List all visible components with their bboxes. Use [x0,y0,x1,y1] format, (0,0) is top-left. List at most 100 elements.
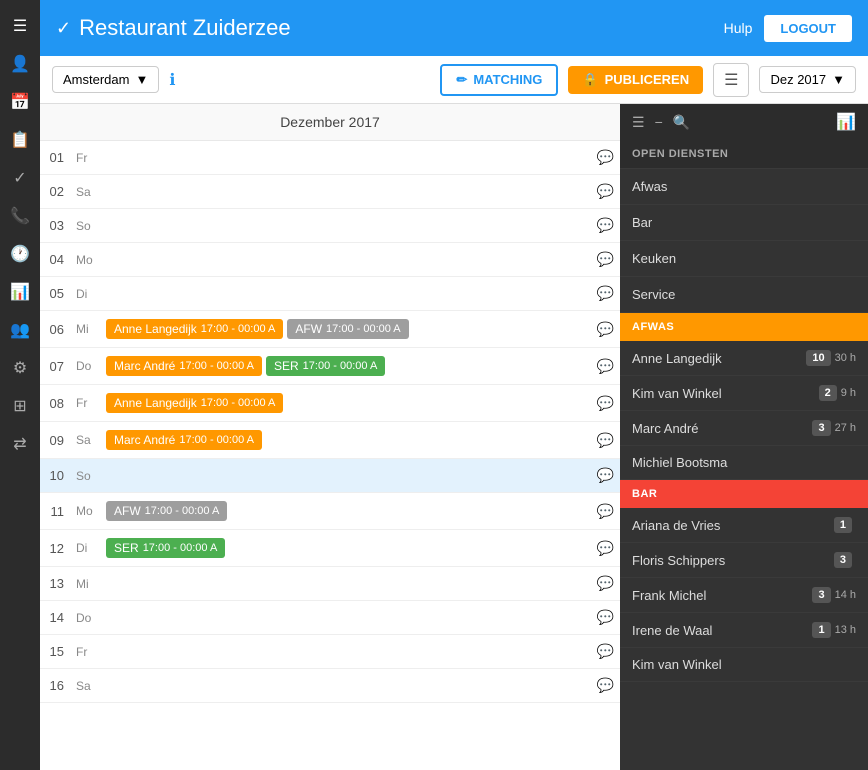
comment-icon[interactable]: 💬 [597,677,614,693]
service-item[interactable]: Keuken [620,241,868,277]
menu-icon-button[interactable]: ☰ [713,63,749,97]
comment-icon[interactable]: 💬 [597,395,614,411]
day-name: Mo [70,493,100,530]
day-number: 13 [40,567,70,601]
shift-badge[interactable]: AFW 17:00 - 00:00 A [106,501,227,521]
nav-icon-grid[interactable]: 📊 [2,274,38,310]
shift-cell [100,635,591,669]
header-title: ✓ Restaurant Zuiderzee [56,15,724,41]
table-row[interactable]: 04 Mo 💬 [40,243,620,277]
shift-badge[interactable]: SER 17:00 - 00:00 A [266,356,385,376]
comment-icon[interactable]: 💬 [597,183,614,199]
bar-person-item[interactable]: Frank Michel 3 14 h [620,578,868,613]
nav-icon-profile[interactable]: 👤 [2,46,38,82]
table-row[interactable]: 11 Mo AFW 17:00 - 00:00 A 💬 [40,493,620,530]
afwas-person-item[interactable]: Michiel Bootsma [620,446,868,480]
comment-icon[interactable]: 💬 [597,575,614,591]
shift-cell: Marc André 17:00 - 00:00 A [100,422,591,459]
comment-icon[interactable]: 💬 [597,251,614,267]
shift-badge[interactable]: Anne Langedijk 17:00 - 00:00 A [106,319,283,339]
table-row[interactable]: 15 Fr 💬 [40,635,620,669]
person-name: Ariana de Vries [632,518,834,533]
bar-person-item[interactable]: Ariana de Vries 1 [620,508,868,543]
table-row[interactable]: 05 Di 💬 [40,277,620,311]
nav-icon-settings[interactable]: ⚙ [2,350,38,386]
logout-button[interactable]: LOGOUT [764,15,852,42]
table-row[interactable]: 13 Mi 💬 [40,567,620,601]
comment-icon[interactable]: 💬 [597,358,614,374]
nav-icon-check[interactable]: ✓ [2,160,38,196]
bar-person-item[interactable]: Irene de Waal 1 13 h [620,613,868,648]
table-row[interactable]: 01 Fr 💬 [40,141,620,175]
nav-icon-phone[interactable]: 📞 [2,198,38,234]
shift-cell: Anne Langedijk 17:00 - 00:00 A AFW 17:00… [100,311,591,348]
comment-icon[interactable]: 💬 [597,503,614,519]
comment-icon[interactable]: 💬 [597,285,614,301]
day-number: 07 [40,348,70,385]
comment-icon[interactable]: 💬 [597,609,614,625]
table-row[interactable]: 14 Do 💬 [40,601,620,635]
table-row[interactable]: 12 Di SER 17:00 - 00:00 A 💬 [40,530,620,567]
hulp-button[interactable]: Hulp [724,20,753,36]
row-comment: 💬 [591,385,620,422]
location-select[interactable]: Amsterdam ▼ [52,66,159,93]
afwas-person-item[interactable]: Anne Langedijk 10 30 h [620,341,868,376]
shift-badge[interactable]: SER 17:00 - 00:00 A [106,538,225,558]
shift-cell [100,601,591,635]
shift-name: AFW [114,504,141,518]
rp-search-icon[interactable]: 🔍 [673,114,690,131]
nav-icon-apps[interactable]: ⊞ [2,388,38,424]
table-row[interactable]: 06 Mi Anne Langedijk 17:00 - 00:00 A AFW… [40,311,620,348]
service-item[interactable]: Bar [620,205,868,241]
service-item[interactable]: Afwas [620,169,868,205]
comment-icon[interactable]: 💬 [597,432,614,448]
table-row[interactable]: 16 Sa 💬 [40,669,620,703]
shift-badge[interactable]: AFW 17:00 - 00:00 A [287,319,408,339]
table-row[interactable]: 07 Do Marc André 17:00 - 00:00 A SER 17:… [40,348,620,385]
day-number: 15 [40,635,70,669]
table-row[interactable]: 03 So 💬 [40,209,620,243]
nav-icon-users[interactable]: 👥 [2,312,38,348]
rp-minus-icon[interactable]: − [655,114,663,130]
shift-badge[interactable]: Marc André 17:00 - 00:00 A [106,430,262,450]
comment-icon[interactable]: 💬 [597,321,614,337]
shift-badge[interactable]: Anne Langedijk 17:00 - 00:00 A [106,393,283,413]
top-header: ✓ Restaurant Zuiderzee Hulp LOGOUT [40,0,868,56]
matching-button[interactable]: ✏ MATCHING [440,64,558,96]
nav-icon-transfer[interactable]: ⇄ [2,426,38,462]
comment-icon[interactable]: 💬 [597,643,614,659]
nav-icon-list[interactable]: 📋 [2,122,38,158]
shift-time: 17:00 - 00:00 A [201,323,276,335]
shift-name: SER [274,359,299,373]
table-row[interactable]: 02 Sa 💬 [40,175,620,209]
table-row[interactable]: 08 Fr Anne Langedijk 17:00 - 00:00 A 💬 [40,385,620,422]
rp-menu-icon[interactable]: ☰ [632,114,645,131]
lock-icon: 🔒 [582,72,598,88]
shift-cell: Anne Langedijk 17:00 - 00:00 A [100,385,591,422]
comment-icon[interactable]: 💬 [597,217,614,233]
month-selector[interactable]: Dez 2017 ▼ [759,66,856,93]
service-name: Keuken [632,251,676,266]
bar-person-item[interactable]: Kim van Winkel [620,648,868,682]
nav-icon-calendar[interactable]: 📅 [2,84,38,120]
publiceren-button[interactable]: 🔒 PUBLICEREN [568,66,703,94]
nav-icon-time[interactable]: 🕐 [2,236,38,272]
shift-badge[interactable]: Marc André 17:00 - 00:00 A [106,356,262,376]
location-label: Amsterdam [63,72,129,87]
afwas-person-item[interactable]: Marc André 3 27 h [620,411,868,446]
row-comment: 💬 [591,567,620,601]
nav-icon-menu[interactable]: ☰ [2,8,38,44]
info-icon[interactable]: ℹ [169,70,175,90]
calendar-section: Dezember 2017 01 Fr 💬 02 Sa 💬 03 So 💬 04… [40,104,620,770]
bar-person-item[interactable]: Floris Schippers 3 [620,543,868,578]
comment-icon[interactable]: 💬 [597,149,614,165]
table-row[interactable]: 09 Sa Marc André 17:00 - 00:00 A 💬 [40,422,620,459]
service-item[interactable]: Service [620,277,868,313]
afwas-person-item[interactable]: Kim van Winkel 2 9 h [620,376,868,411]
row-comment: 💬 [591,493,620,530]
comment-icon[interactable]: 💬 [597,540,614,556]
shift-cell [100,277,591,311]
table-row[interactable]: 10 So 💬 [40,459,620,493]
comment-icon[interactable]: 💬 [597,467,614,483]
rp-chart-icon[interactable]: 📊 [836,112,856,132]
